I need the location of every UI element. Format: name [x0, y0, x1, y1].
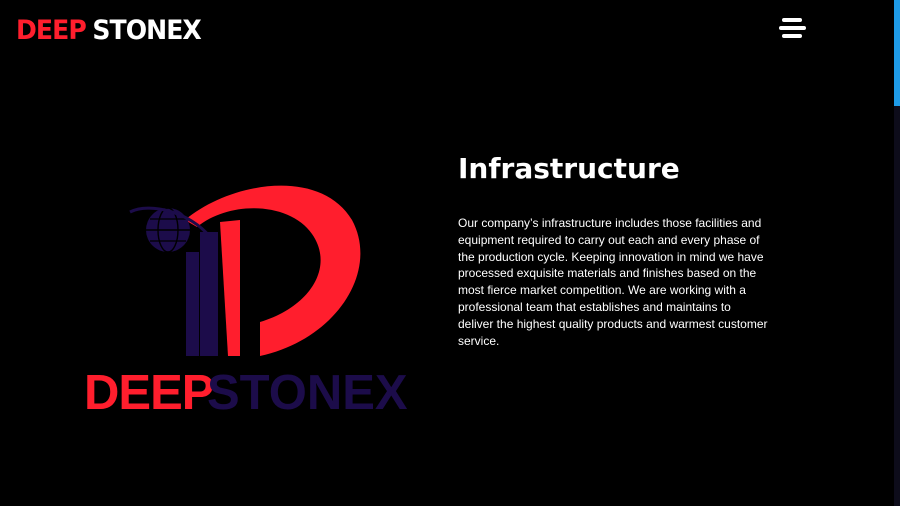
hamburger-menu-icon[interactable]	[778, 18, 808, 40]
logo-word-deep: DEEP	[84, 366, 214, 420]
navy-bar-tall	[200, 232, 218, 356]
menu-line	[782, 18, 802, 22]
logo-word-stonex: STONEX	[207, 366, 408, 420]
page-scrollbar[interactable]	[894, 0, 900, 506]
page-title: Infrastructure	[458, 152, 680, 185]
logo-emblem-icon	[129, 185, 361, 356]
red-d-stem	[220, 220, 240, 356]
menu-line	[779, 26, 806, 30]
scrollbar-thumb[interactable]	[894, 0, 900, 106]
menu-line	[782, 34, 802, 38]
brand-logo: DEEP STONEX	[84, 185, 408, 420]
navy-bar-short	[186, 252, 199, 356]
section-description: Our company’s infrastructure includes th…	[458, 216, 768, 348]
header-logo-word-deep: DEEP	[16, 14, 87, 46]
header-logo-word-stonex: STONEX	[92, 14, 201, 46]
header-logo[interactable]: DEEP STONEX	[16, 14, 202, 46]
